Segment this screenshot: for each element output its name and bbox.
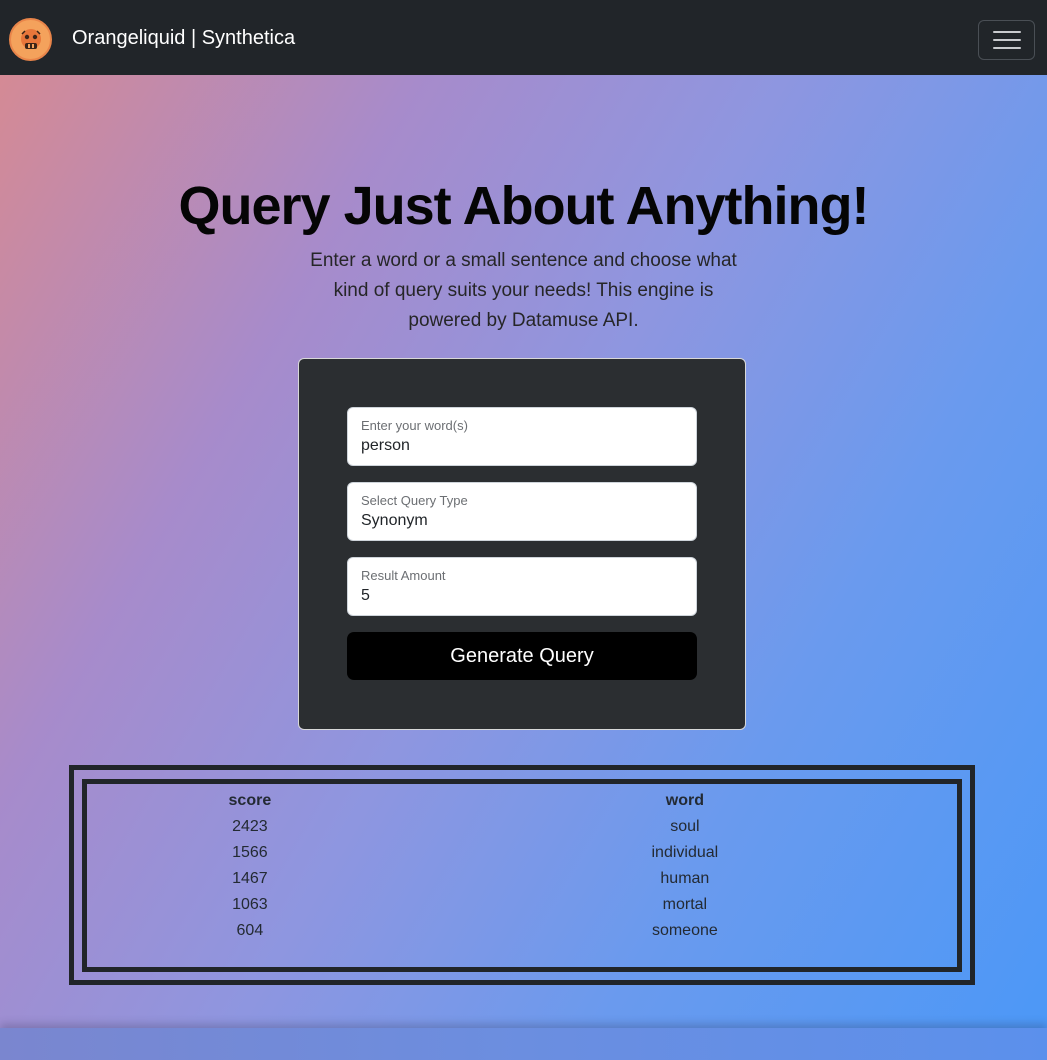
query-type-value[interactable]: Synonym bbox=[361, 512, 428, 530]
table-row: 604 someone bbox=[87, 918, 957, 944]
menu-bar bbox=[992, 31, 1021, 33]
word-input[interactable]: Enter your word(s) person bbox=[347, 407, 697, 466]
generate-query-button[interactable]: Generate Query bbox=[347, 632, 697, 680]
table-row: 1063 mortal bbox=[87, 892, 957, 918]
word-input-value[interactable]: person bbox=[361, 437, 410, 455]
word-cell: mortal bbox=[662, 896, 708, 913]
results-table: score word 2423 soul 1566 individual 146… bbox=[87, 788, 957, 944]
result-amount-value[interactable]: 5 bbox=[361, 587, 370, 605]
footer bbox=[0, 1028, 1047, 1060]
table-header-row: score word bbox=[87, 788, 957, 814]
header-word: word bbox=[665, 792, 704, 809]
word-input-label: Enter your word(s) bbox=[361, 418, 468, 433]
word-cell: individual bbox=[651, 844, 719, 861]
menu-bar bbox=[992, 39, 1021, 41]
word-cell: someone bbox=[651, 922, 718, 939]
orange-mascot-icon[interactable] bbox=[9, 18, 52, 61]
page-subtitle: Enter a word or a small sentence and cho… bbox=[310, 250, 737, 331]
query-type-select[interactable]: Select Query Type Synonym bbox=[347, 482, 697, 541]
table-row: 2423 soul bbox=[87, 814, 957, 840]
hamburger-menu-icon[interactable] bbox=[978, 20, 1035, 60]
word-cell: human bbox=[660, 870, 710, 887]
table-row: 1566 individual bbox=[87, 840, 957, 866]
query-form-card: Enter your word(s) person Select Query T… bbox=[298, 358, 746, 730]
score-cell: 1063 bbox=[232, 896, 268, 913]
header-score: score bbox=[228, 792, 272, 809]
result-amount-input[interactable]: Result Amount 5 bbox=[347, 557, 697, 616]
score-cell: 604 bbox=[236, 922, 264, 939]
query-type-label: Select Query Type bbox=[361, 493, 468, 508]
score-cell: 2423 bbox=[232, 818, 268, 835]
brand-title[interactable]: Orangeliquid | Synthetica bbox=[72, 26, 295, 50]
menu-bar bbox=[992, 47, 1021, 49]
score-cell: 1467 bbox=[232, 870, 268, 887]
score-cell: 1566 bbox=[232, 844, 268, 861]
table-row: 1467 human bbox=[87, 866, 957, 892]
navbar: Orangeliquid | Synthetica bbox=[0, 0, 1047, 75]
result-amount-label: Result Amount bbox=[361, 568, 446, 583]
page-title: Query Just About Anything! bbox=[178, 176, 870, 236]
word-cell: soul bbox=[670, 818, 700, 835]
